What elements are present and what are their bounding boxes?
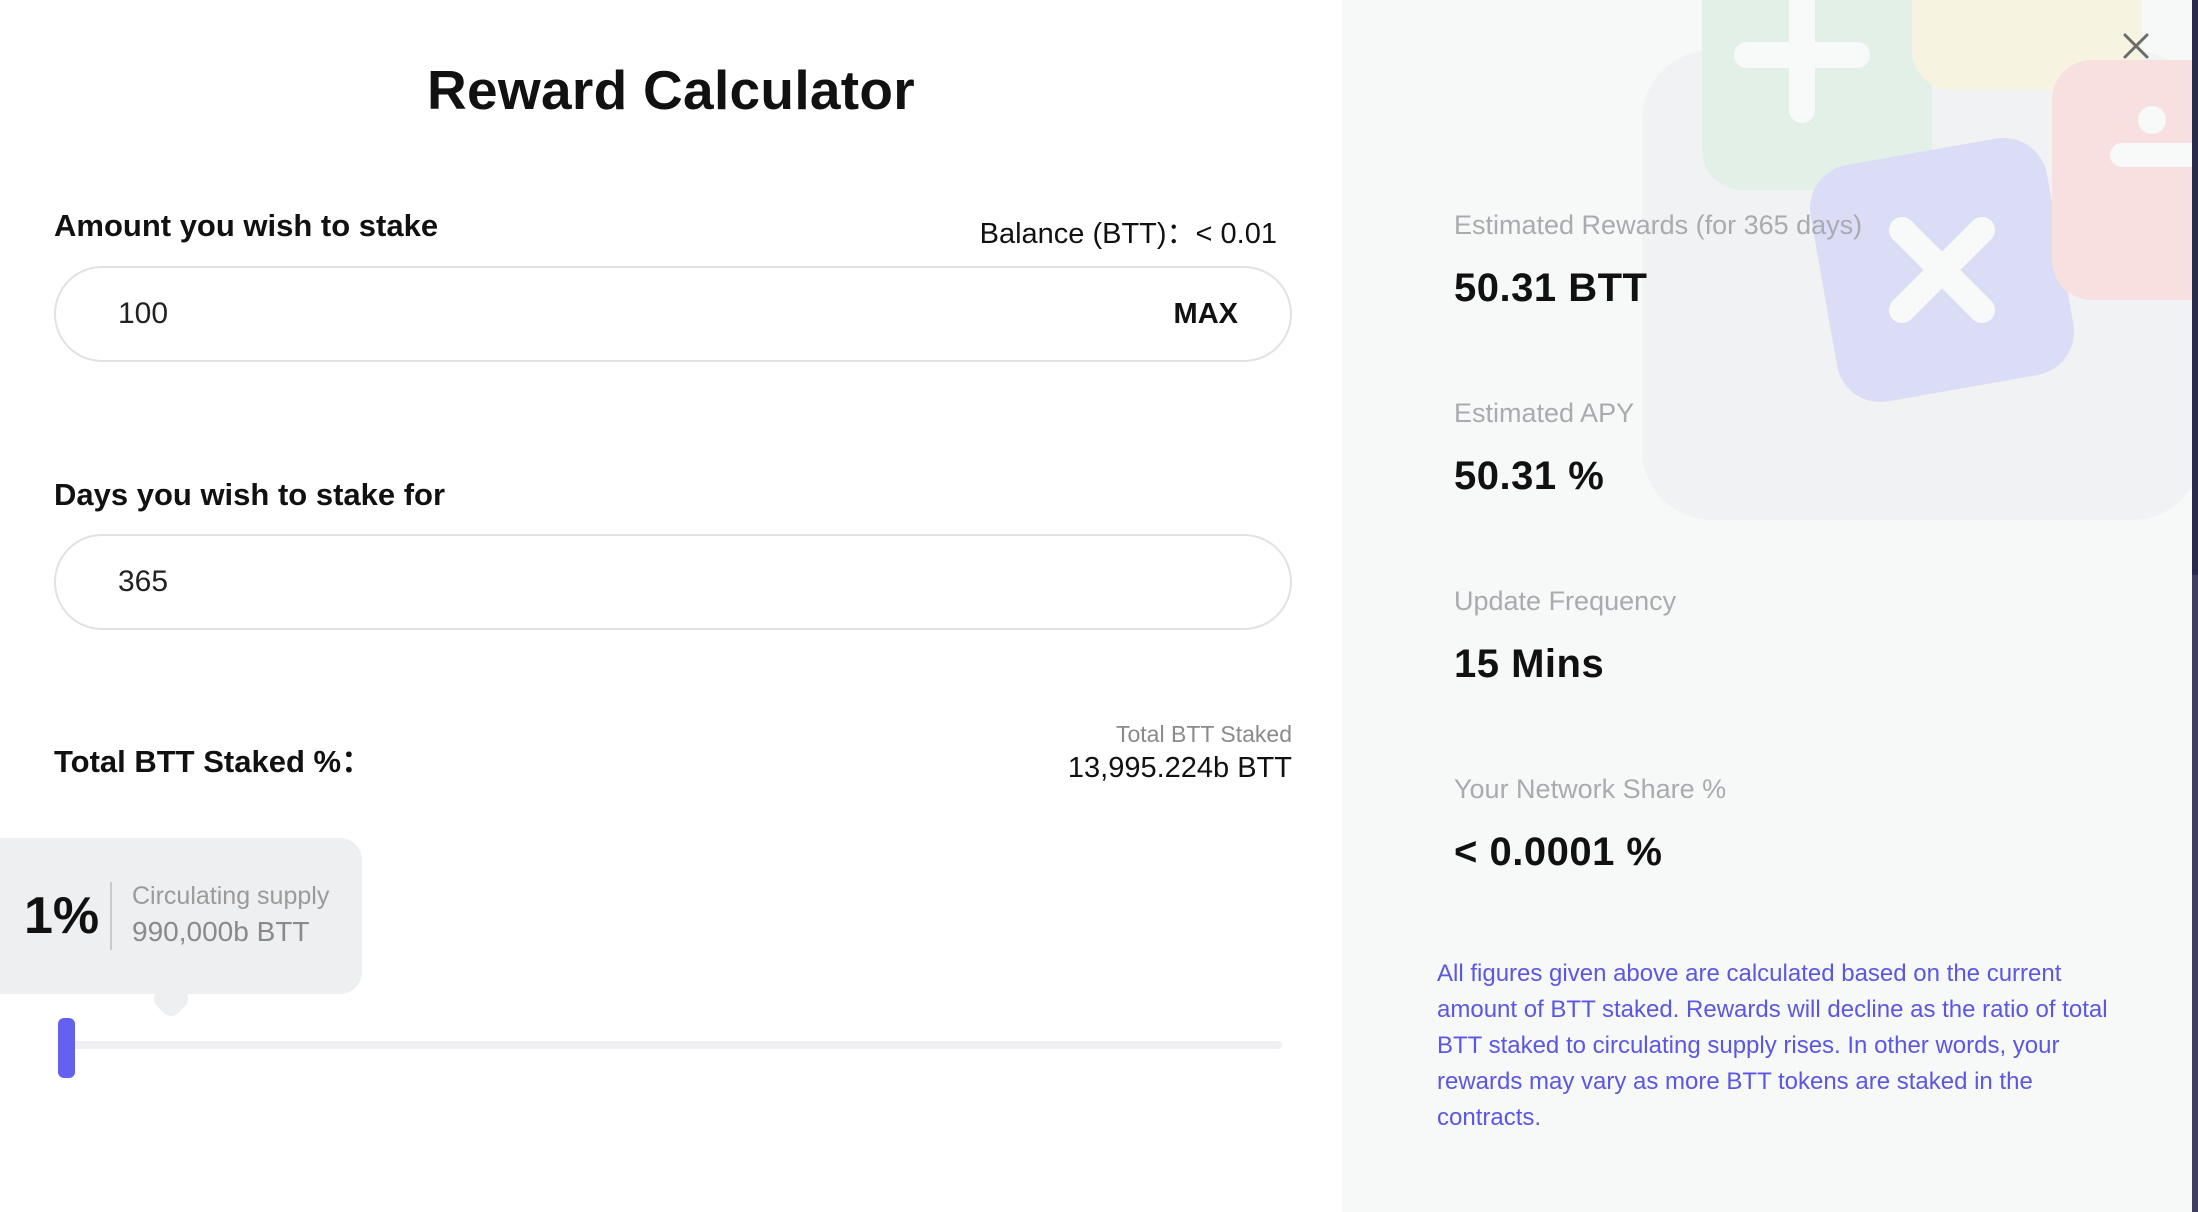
- calculator-form-panel: Reward Calculator Amount you wish to sta…: [0, 0, 1342, 1212]
- stake-days-label: Days you wish to stake for: [54, 477, 446, 512]
- stake-days-input[interactable]: [118, 562, 1018, 602]
- network-share-caption: Your Network Share %: [1454, 774, 1727, 804]
- max-button[interactable]: MAX: [1174, 298, 1238, 331]
- results-panel: Estimated Rewards (for 365 days) 50.31 B…: [1342, 0, 2198, 1212]
- estimated-apy-caption: Estimated APY: [1454, 398, 1635, 428]
- balance-text: Balance (BTT)：< 0.01: [979, 218, 1277, 250]
- stake-amount-input[interactable]: [118, 294, 1018, 334]
- total-staked-value: 13,995.224b BTT: [1067, 752, 1292, 784]
- tooltip-divider: [110, 882, 112, 950]
- total-staked-info: Total BTT Staked 13,995.224b BTT: [1068, 718, 1292, 786]
- network-share-value: < 0.0001 %: [1454, 830, 1663, 874]
- update-frequency-value: 15 Mins: [1454, 642, 1605, 686]
- close-icon[interactable]: [2116, 26, 2156, 66]
- update-frequency-caption: Update Frequency: [1454, 586, 1677, 616]
- scrollbar[interactable]: [2192, 0, 2198, 1212]
- slider-tooltip: 1% Circulating supply 990,000b BTT: [0, 838, 362, 1021]
- stake-amount-label: Amount you wish to stake: [54, 208, 439, 243]
- tooltip-arrow: [149, 977, 193, 1021]
- staked-percent-label: Total BTT Staked %：: [54, 744, 373, 779]
- stake-amount-field[interactable]: MAX: [54, 266, 1292, 362]
- staked-percent-slider-track[interactable]: [58, 1041, 1282, 1049]
- stake-days-field[interactable]: [54, 534, 1292, 630]
- total-staked-caption: Total BTT Staked: [1116, 721, 1292, 747]
- tooltip-percent: 1%: [24, 887, 100, 945]
- reward-calculator-modal: Reward Calculator Amount you wish to sta…: [0, 0, 2198, 1212]
- staked-percent-slider-handle[interactable]: [58, 1018, 76, 1078]
- modal-title: Reward Calculator: [426, 59, 915, 121]
- circulating-supply-value: 990,000b BTT: [132, 916, 310, 947]
- close-button[interactable]: [2116, 26, 2156, 66]
- estimated-rewards-value: 50.31 BTT: [1454, 266, 1648, 310]
- circulating-supply-caption: Circulating supply: [132, 882, 330, 910]
- estimated-rewards-caption: Estimated Rewards (for 365 days): [1454, 210, 1863, 240]
- scrollbar-thumb[interactable]: [2192, 0, 2198, 575]
- disclaimer-text: All figures given above are calculated b…: [1437, 960, 2108, 1131]
- estimated-apy-value: 50.31 %: [1454, 454, 1605, 498]
- calculator-illustration: [1642, 0, 2198, 520]
